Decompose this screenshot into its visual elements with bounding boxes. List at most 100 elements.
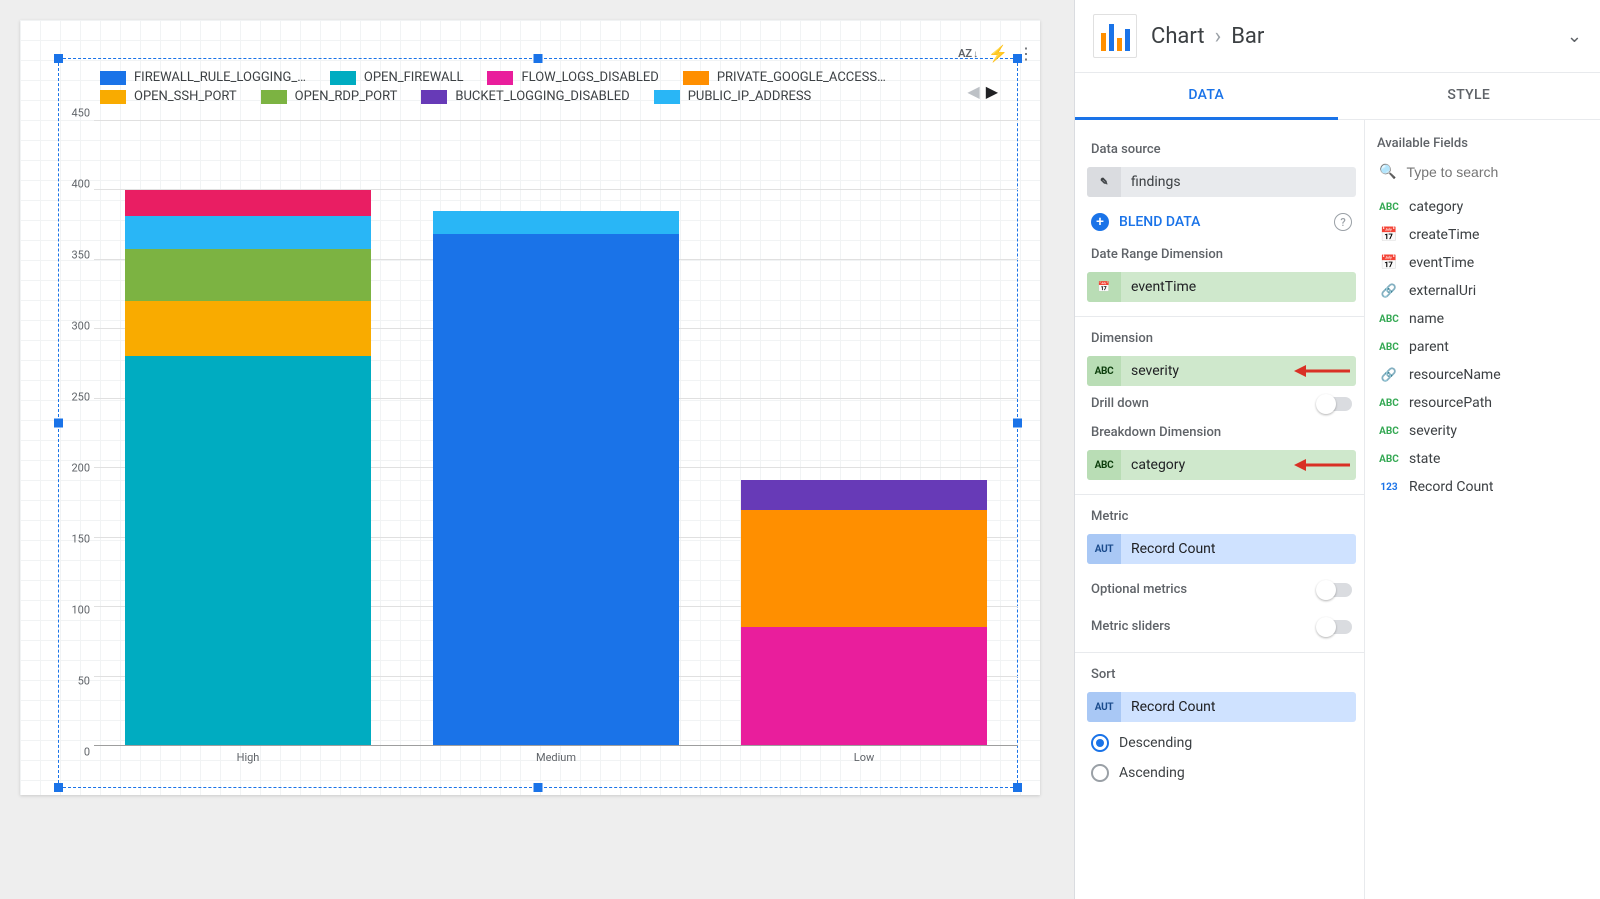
legend-swatch — [654, 90, 680, 104]
tab-data[interactable]: DATA — [1075, 73, 1338, 120]
available-field[interactable]: ABCresourcePath — [1377, 389, 1588, 417]
bar-column[interactable]: Low — [710, 120, 1018, 745]
sort-ascending-radio[interactable]: Ascending — [1087, 758, 1356, 788]
tab-style[interactable]: STYLE — [1338, 73, 1600, 119]
optional-metrics-toggle[interactable] — [1318, 583, 1352, 597]
report-canvas[interactable]: AZ ⚡ ⋮ FIREWALL_RULE_LOGGING_… OPEN_FIREW… — [0, 0, 1075, 899]
field-label: state — [1409, 451, 1440, 467]
legend-swatch — [683, 71, 709, 85]
section-date-range: Date Range Dimension — [1091, 247, 1352, 262]
legend-swatch — [261, 90, 287, 104]
plus-icon: + — [1091, 213, 1109, 231]
available-field[interactable]: ABCstate — [1377, 445, 1588, 473]
chart-type-icon[interactable] — [1093, 14, 1137, 58]
field-type-icon: ABC — [1379, 426, 1399, 437]
bar-segment[interactable] — [125, 216, 371, 249]
field-type-icon: 📅 — [1379, 255, 1399, 271]
blend-data-button[interactable]: + BLEND DATA ? — [1087, 203, 1356, 241]
bar-segment[interactable] — [125, 249, 371, 301]
bar-segment[interactable] — [433, 234, 679, 745]
field-label: Record Count — [1409, 479, 1493, 495]
chart-bars: HighMediumLow — [94, 120, 1018, 745]
resize-handle[interactable] — [534, 783, 543, 792]
legend-item[interactable]: BUCKET_LOGGING_DISABLED — [421, 89, 629, 104]
drilldown-toggle[interactable] — [1318, 397, 1352, 411]
legend-swatch — [421, 90, 447, 104]
y-tick: 100 — [71, 604, 90, 617]
data-source-chip[interactable]: ✎ findings — [1087, 167, 1356, 197]
bar-segment[interactable] — [125, 190, 371, 216]
pencil-icon[interactable]: ✎ — [1087, 167, 1121, 197]
available-field[interactable]: ABCseverity — [1377, 417, 1588, 445]
more-icon[interactable]: ⋮ — [1018, 44, 1034, 63]
legend-swatch — [487, 71, 513, 85]
sort-az-icon[interactable]: AZ — [958, 47, 978, 60]
collapse-panel-icon[interactable]: ⌄ — [1567, 26, 1582, 47]
breadcrumb-current: Bar — [1231, 24, 1264, 49]
legend-label: FLOW_LOGS_DISABLED — [521, 70, 658, 85]
bar-segment[interactable] — [741, 480, 987, 510]
legend-item[interactable]: OPEN_RDP_PORT — [261, 89, 398, 104]
legend-pager: ◀ ▶ — [967, 82, 998, 101]
breakdown-chip[interactable]: ABC category — [1087, 450, 1356, 480]
metric-chip[interactable]: AUT Record Count — [1087, 534, 1356, 564]
available-field[interactable]: 📅eventTime — [1377, 249, 1588, 277]
field-type-icon: 📅 — [1379, 227, 1399, 243]
resize-handle[interactable] — [54, 54, 63, 63]
bar-segment[interactable] — [741, 510, 987, 628]
help-icon[interactable]: ? — [1334, 213, 1352, 231]
resize-handle[interactable] — [534, 54, 543, 63]
available-field[interactable]: 🔗externalUri — [1377, 277, 1588, 305]
field-search[interactable]: 🔍 — [1377, 159, 1588, 193]
bar-segment[interactable] — [125, 356, 371, 745]
available-field[interactable]: ABCparent — [1377, 333, 1588, 361]
report-page[interactable]: AZ ⚡ ⋮ FIREWALL_RULE_LOGGING_… OPEN_FIREW… — [20, 20, 1040, 795]
bar-segment[interactable] — [741, 627, 987, 745]
field-label: createTime — [1409, 227, 1479, 243]
legend-item[interactable]: OPEN_SSH_PORT — [100, 89, 237, 104]
field-label: resourceName — [1409, 367, 1501, 383]
field-type-icon: 🔗 — [1379, 368, 1399, 383]
sort-descending-radio[interactable]: Descending — [1087, 728, 1356, 758]
legend-item[interactable]: PUBLIC_IP_ADDRESS — [654, 89, 812, 104]
legend-item[interactable]: OPEN_FIREWALL — [330, 70, 464, 85]
metric-sliders-toggle[interactable] — [1318, 620, 1352, 634]
y-tick: 300 — [71, 320, 90, 333]
breadcrumb-root[interactable]: Chart — [1151, 24, 1205, 49]
legend-label: BUCKET_LOGGING_DISABLED — [455, 89, 629, 104]
resize-handle[interactable] — [54, 783, 63, 792]
sort-chip[interactable]: AUT Record Count — [1087, 692, 1356, 722]
field-label: category — [1409, 199, 1463, 215]
legend-swatch — [100, 71, 126, 85]
legend-item[interactable]: FLOW_LOGS_DISABLED — [487, 70, 658, 85]
y-tick: 250 — [71, 390, 90, 403]
bar-column[interactable]: Medium — [402, 120, 710, 745]
field-search-input[interactable] — [1404, 163, 1589, 181]
field-type-icon: ABC — [1379, 398, 1399, 409]
bolt-icon[interactable]: ⚡ — [988, 44, 1008, 63]
legend-item[interactable]: PRIVATE_GOOGLE_ACCESS… — [683, 70, 886, 85]
available-field[interactable]: 123Record Count — [1377, 473, 1588, 501]
section-breakdown: Breakdown Dimension — [1091, 425, 1352, 440]
date-range-chip[interactable]: 📅 eventTime — [1087, 272, 1356, 302]
legend-prev-icon[interactable]: ◀ — [967, 82, 979, 101]
breadcrumb: Chart › Bar — [1151, 24, 1264, 49]
dimension-chip[interactable]: ABC severity — [1087, 356, 1356, 386]
bar-segment[interactable] — [433, 211, 679, 234]
y-axis-ticks: 050100150200250300350400450 — [56, 113, 90, 752]
bar-segment[interactable] — [125, 301, 371, 356]
available-field[interactable]: 📅 createTime — [1377, 221, 1588, 249]
y-tick: 50 — [78, 674, 90, 687]
aut-icon: AUT — [1087, 692, 1121, 722]
available-field[interactable]: ABCcategory — [1377, 193, 1588, 221]
available-field[interactable]: ABCname — [1377, 305, 1588, 333]
resize-handle[interactable] — [1013, 783, 1022, 792]
y-tick: 450 — [71, 107, 90, 120]
legend-next-icon[interactable]: ▶ — [986, 82, 998, 101]
field-type-icon: ABC — [1379, 314, 1399, 325]
field-type-icon: ABC — [1379, 342, 1399, 353]
bar-column[interactable]: High — [94, 120, 402, 745]
legend-item[interactable]: FIREWALL_RULE_LOGGING_… — [100, 70, 306, 85]
search-icon: 🔍 — [1379, 164, 1396, 180]
available-field[interactable]: 🔗 resourceName — [1377, 361, 1588, 389]
